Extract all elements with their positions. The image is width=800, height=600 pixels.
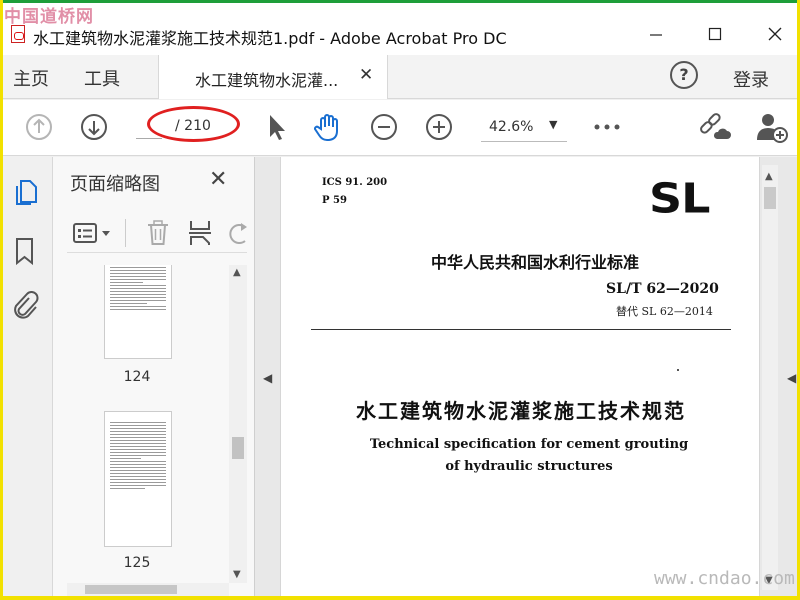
- thumbnail-scrollbar[interactable]: ▲ ▼: [229, 265, 247, 583]
- thumbnail-panel-title: 页面缩略图: [70, 174, 160, 195]
- close-tab-button[interactable]: ✕: [359, 65, 373, 85]
- expand-right-panel-icon[interactable]: ◀: [787, 371, 796, 385]
- close-icon: [768, 27, 782, 41]
- close-window-button[interactable]: [760, 21, 790, 47]
- thumbnail-options-icon[interactable]: [73, 221, 113, 245]
- national-standard-heading: 中华人民共和国水利行业标准: [430, 253, 639, 272]
- tab-document[interactable]: 水工建筑物水泥灌... ✕: [158, 55, 388, 99]
- trash-icon[interactable]: [145, 219, 171, 247]
- minimize-button[interactable]: [641, 21, 671, 47]
- thumbnail-list: 124 125: [67, 265, 229, 583]
- sl-logo: SL: [649, 173, 710, 223]
- toolbar-divider: [125, 219, 126, 247]
- scroll-down-icon[interactable]: ▼: [233, 569, 241, 580]
- zoom-out-icon[interactable]: [370, 113, 398, 141]
- minimize-icon: [650, 34, 662, 36]
- tab-bar: 主页 工具 水工建筑物水泥灌... ✕ ? 登录: [3, 55, 797, 99]
- frame-bottom-border: [0, 596, 800, 600]
- chevron-down-icon: ▼: [549, 118, 558, 131]
- collapse-left-panel-icon[interactable]: ◀: [263, 371, 272, 385]
- window-title: 水工建筑物水泥灌浆施工技术规范1.pdf - Adobe Acrobat Pro…: [33, 29, 507, 48]
- document-tab-label: 水工建筑物水泥灌...: [195, 71, 339, 90]
- toolbar: / 210 42.6% ▼: [3, 100, 797, 156]
- select-arrow-icon[interactable]: [265, 112, 289, 142]
- insert-page-icon[interactable]: [187, 219, 213, 247]
- pages-icon[interactable]: [13, 179, 39, 207]
- hand-tool-icon[interactable]: [313, 111, 345, 143]
- thumbnail-horizontal-thumb[interactable]: [85, 585, 177, 594]
- thumbnail-horizontal-scrollbar[interactable]: [67, 583, 229, 596]
- thumbnail-page-125[interactable]: [104, 411, 172, 547]
- thumbnail-page-124[interactable]: [104, 265, 172, 359]
- replaces-note: 替代 SL 62—2014: [616, 305, 713, 318]
- close-panel-button[interactable]: ✕: [209, 167, 227, 192]
- maximize-icon: [708, 27, 722, 41]
- document-title-english-line2: of hydraulic structures: [445, 459, 613, 474]
- tab-tools[interactable]: 工具: [84, 65, 120, 91]
- more-icon[interactable]: [593, 122, 621, 132]
- document-area: ◀ ◀ ICS 91. 200 P 59 SL 中华人民共和国水利行业标准 SL…: [255, 157, 797, 596]
- zoom-in-icon[interactable]: [425, 113, 453, 141]
- bookmark-icon[interactable]: [14, 237, 36, 265]
- login-button[interactable]: 登录: [733, 66, 769, 92]
- thumbnail-tools: [67, 213, 247, 253]
- thumbnail-label-125: 125: [123, 555, 151, 571]
- pdf-page: ICS 91. 200 P 59 SL 中华人民共和国水利行业标准 SL/T 6…: [280, 157, 760, 596]
- prev-page-icon[interactable]: [25, 113, 53, 141]
- title-bar: 水工建筑物水泥灌浆施工技术规范1.pdf - Adobe Acrobat Pro…: [3, 3, 797, 55]
- zoom-select[interactable]: 42.6% ▼: [481, 114, 567, 142]
- attachment-icon[interactable]: [11, 291, 39, 321]
- p-code: P 59: [322, 195, 347, 206]
- thumbnail-panel: 页面缩略图 ✕ 124 125 ▲ ▼: [53, 157, 255, 596]
- document-scrollbar[interactable]: ▲ ▼: [762, 165, 778, 590]
- zoom-value: 42.6%: [489, 119, 534, 135]
- watermark-bottom: www.cndao.com: [654, 568, 795, 589]
- document-scroll-thumb[interactable]: [764, 187, 776, 209]
- pdf-file-icon: [11, 25, 25, 43]
- maximize-button[interactable]: [700, 21, 730, 47]
- watermark-top: 中国道桥网: [4, 7, 94, 27]
- thumbnail-scroll-thumb[interactable]: [232, 437, 244, 459]
- left-nav-strip: [3, 157, 53, 596]
- thumbnail-label-124: 124: [123, 369, 151, 385]
- horizontal-rule: [311, 329, 731, 330]
- page-dot: [677, 369, 679, 371]
- annotation-ellipse: [147, 106, 240, 142]
- share-link-icon[interactable]: [697, 111, 731, 143]
- tab-home[interactable]: 主页: [13, 65, 49, 91]
- standard-code: SL/T 62—2020: [606, 281, 719, 297]
- doc-scroll-up-icon[interactable]: ▲: [765, 171, 773, 182]
- rotate-icon[interactable]: [227, 221, 247, 247]
- ics-code: ICS 91. 200: [322, 177, 388, 188]
- document-title-english-line1: Technical specification for cement grout…: [369, 437, 689, 452]
- help-icon[interactable]: ?: [670, 61, 698, 89]
- document-title-chinese: 水工建筑物水泥灌浆施工技术规范: [356, 399, 686, 423]
- add-user-icon[interactable]: [755, 110, 789, 144]
- next-page-icon[interactable]: [80, 113, 108, 141]
- scroll-up-icon[interactable]: ▲: [233, 267, 241, 278]
